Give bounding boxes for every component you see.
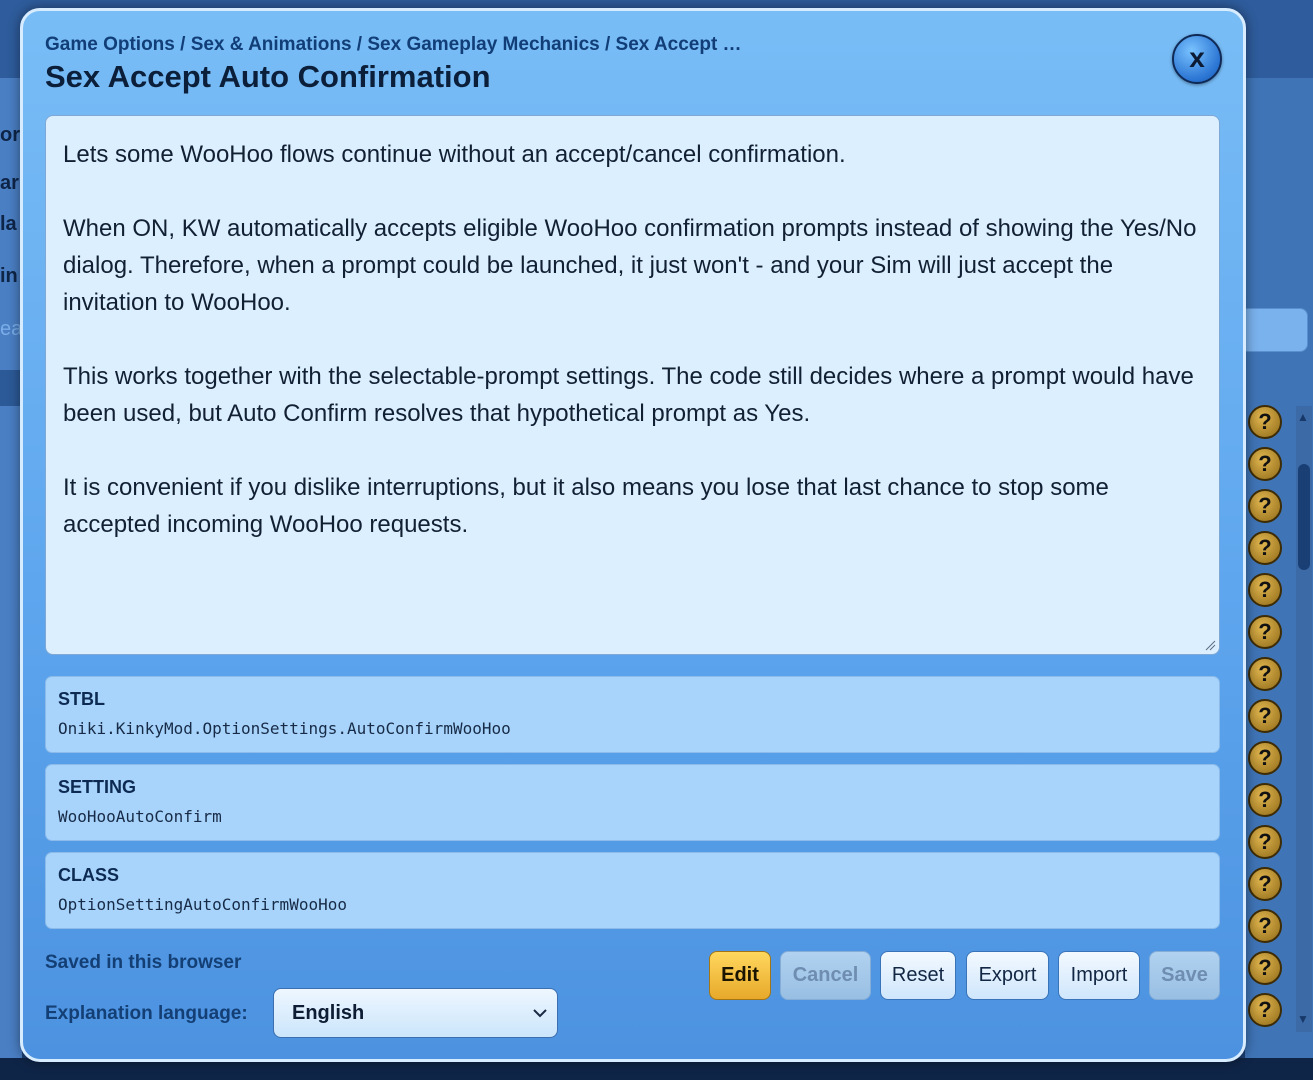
- breadcrumb: Game Options / Sex & Animations / Sex Ga…: [45, 34, 742, 55]
- import-button[interactable]: Import: [1058, 951, 1140, 1000]
- help-icon[interactable]: ?: [1248, 615, 1282, 649]
- save-button[interactable]: Save: [1149, 951, 1220, 1000]
- background-label-fragment: or: [0, 124, 20, 146]
- background-search-input[interactable]: [1240, 308, 1308, 352]
- cancel-button[interactable]: Cancel: [780, 951, 871, 1000]
- help-icon[interactable]: ?: [1248, 825, 1282, 859]
- help-icon[interactable]: ?: [1248, 489, 1282, 523]
- stbl-info-box: STBL Oniki.KinkyMod.OptionSettings.AutoC…: [45, 676, 1220, 753]
- help-icon[interactable]: ?: [1248, 573, 1282, 607]
- scroll-down-arrow-icon[interactable]: ▼: [1297, 1012, 1309, 1026]
- language-selected-value: English: [292, 1002, 365, 1024]
- help-icon[interactable]: ?: [1248, 951, 1282, 985]
- help-icon[interactable]: ?: [1248, 909, 1282, 943]
- description-paragraph: It is convenient if you dislike interrup…: [63, 474, 1109, 538]
- help-icon[interactable]: ?: [1248, 699, 1282, 733]
- saved-status-text: Saved in this browser: [45, 952, 242, 973]
- resize-grip-icon[interactable]: [1204, 639, 1216, 651]
- class-label: CLASS: [58, 865, 120, 885]
- stbl-value: Oniki.KinkyMod.OptionSettings.AutoConfir…: [58, 719, 511, 738]
- class-info-box: CLASS OptionSettingAutoConfirmWooHoo: [45, 852, 1220, 929]
- background-scrollbar-thumb[interactable]: [1298, 464, 1310, 570]
- help-icon[interactable]: ?: [1248, 783, 1282, 817]
- help-icon[interactable]: ?: [1248, 993, 1282, 1027]
- close-icon: x: [1189, 42, 1205, 73]
- help-icon[interactable]: ?: [1248, 447, 1282, 481]
- scroll-up-arrow-icon[interactable]: ▲: [1297, 410, 1309, 424]
- setting-info-box: SETTING WooHooAutoConfirm: [45, 764, 1220, 841]
- reset-button[interactable]: Reset: [880, 951, 956, 1000]
- help-icon[interactable]: ?: [1248, 867, 1282, 901]
- background-label-fragment: ar: [0, 172, 19, 194]
- edit-button[interactable]: Edit: [709, 951, 771, 1000]
- language-label: Explanation language:: [45, 1003, 248, 1024]
- modal-title: Sex Accept Auto Confirmation: [45, 59, 491, 94]
- description-paragraph: When ON, KW automatically accepts eligib…: [63, 215, 1197, 316]
- stbl-label: STBL: [58, 689, 105, 709]
- description-paragraph: Lets some WooHoo flows continue without …: [63, 141, 846, 168]
- background-search-fragment: ea: [0, 318, 23, 340]
- help-icon[interactable]: ?: [1248, 405, 1282, 439]
- class-value: OptionSettingAutoConfirmWooHoo: [58, 895, 347, 914]
- close-button[interactable]: x: [1172, 34, 1222, 84]
- setting-label: SETTING: [58, 777, 137, 797]
- background-label-fragment: la: [0, 213, 17, 235]
- help-icon[interactable]: ?: [1248, 657, 1282, 691]
- setting-value: WooHooAutoConfirm: [58, 807, 222, 826]
- description-paragraph: This works together with the selectable-…: [63, 363, 1194, 427]
- chevron-down-icon: [533, 1009, 547, 1018]
- help-icon[interactable]: ?: [1248, 531, 1282, 565]
- description-textarea[interactable]: Lets some WooHoo flows continue without …: [45, 115, 1220, 655]
- option-detail-modal: Game Options / Sex & Animations / Sex Ga…: [20, 8, 1246, 1062]
- background-label-fragment: in: [0, 265, 18, 287]
- language-select[interactable]: English: [273, 988, 558, 1038]
- export-button[interactable]: Export: [966, 951, 1049, 1000]
- help-icon[interactable]: ?: [1248, 741, 1282, 775]
